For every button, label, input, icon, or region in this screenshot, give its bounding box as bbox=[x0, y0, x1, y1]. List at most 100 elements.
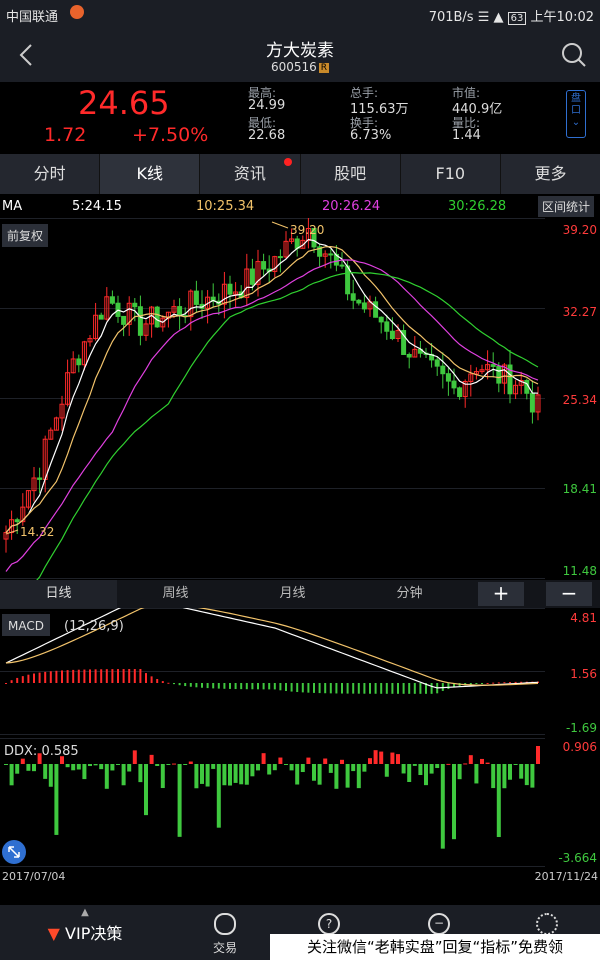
candle-body bbox=[434, 359, 440, 367]
ma30-value: 30:26.28 bbox=[448, 199, 507, 214]
candle-body bbox=[137, 306, 143, 336]
ddx-chart[interactable]: DDX: 0.585 0.906 -3.664 bbox=[0, 738, 600, 868]
ddx-bar bbox=[250, 764, 255, 777]
ddx-bar bbox=[463, 763, 468, 765]
price-change: 1.72 bbox=[44, 124, 87, 146]
period-day[interactable]: 日线 bbox=[0, 580, 117, 608]
y-tick-3: 25.34 bbox=[563, 393, 597, 407]
candle-body bbox=[249, 268, 255, 285]
status-bar: 中国联通 701B/s ☰ ▲ 63 上午10:02 bbox=[0, 0, 600, 28]
minus-circle-icon[interactable]: − bbox=[428, 913, 450, 935]
vip-label: VIP决策 bbox=[65, 924, 123, 943]
kline-candles bbox=[3, 218, 541, 553]
tab-more[interactable]: 更多 bbox=[501, 154, 600, 194]
vip-decision-button[interactable]: ▲ ▼ VIP决策 bbox=[0, 905, 170, 960]
macd-chart[interactable]: MACD (12,26,9) 4.81 1.56 -1.69 bbox=[0, 608, 600, 736]
ma-legend: MA 5:24.15 10:25.34 20:26.24 30:26.28 区间… bbox=[0, 196, 600, 217]
macd-bar bbox=[397, 683, 399, 694]
macd-bar bbox=[201, 683, 203, 688]
ddx-bar bbox=[4, 764, 8, 765]
ddx-bar bbox=[172, 763, 176, 765]
watermark: 关注微信“老韩实盘”回复“指标”免费领 bbox=[270, 934, 600, 960]
battery-icon: 63 bbox=[507, 12, 527, 25]
ddx-bar bbox=[82, 764, 87, 780]
macd-bar bbox=[10, 680, 13, 683]
macd-bar bbox=[273, 683, 276, 690]
ddx-bar bbox=[272, 764, 277, 771]
ddx-bar bbox=[368, 758, 372, 764]
candle-body bbox=[457, 387, 463, 398]
trade-button[interactable]: 交易 bbox=[175, 905, 275, 960]
carrier-name: 中国联通 bbox=[6, 10, 59, 25]
period-week[interactable]: 周线 bbox=[117, 580, 234, 608]
candle-body bbox=[193, 290, 199, 305]
tab-forum[interactable]: 股吧 bbox=[301, 154, 401, 194]
ddx-bar bbox=[239, 764, 244, 785]
macd-bar bbox=[408, 683, 411, 694]
tab-kline[interactable]: K线 bbox=[100, 154, 201, 194]
macd-bar bbox=[509, 682, 511, 684]
macd-bar bbox=[178, 683, 181, 686]
ddx-bar bbox=[306, 757, 311, 764]
candle-body bbox=[14, 519, 20, 523]
tab-time-share[interactable]: 分时 bbox=[0, 154, 101, 194]
ddx-bar bbox=[384, 764, 389, 777]
ddx-bar bbox=[345, 764, 350, 788]
macd-y-top: 4.81 bbox=[570, 611, 597, 625]
macd-bar bbox=[122, 669, 125, 683]
macd-bar bbox=[492, 682, 495, 684]
macd-bar bbox=[195, 683, 198, 688]
macd-bar bbox=[145, 673, 147, 683]
macd-bar bbox=[234, 683, 237, 690]
order-book-button[interactable]: 盘口 ⌄ bbox=[566, 90, 586, 138]
ddx-bar bbox=[177, 764, 182, 837]
candle-body bbox=[406, 353, 412, 358]
ddx-bar bbox=[496, 764, 501, 838]
ddx-bar bbox=[205, 764, 210, 787]
candle-body bbox=[378, 316, 384, 323]
ddx-bar bbox=[127, 764, 132, 772]
macd-bar bbox=[66, 670, 69, 683]
tab-f10[interactable]: F10 bbox=[401, 154, 501, 194]
candle-body bbox=[339, 264, 345, 267]
macd-bar bbox=[94, 669, 97, 683]
ddx-bar bbox=[485, 762, 490, 764]
ddx-bar bbox=[519, 764, 524, 779]
help-icon[interactable]: ? bbox=[318, 913, 340, 935]
macd-bar bbox=[150, 676, 153, 683]
period-month[interactable]: 月线 bbox=[234, 580, 351, 608]
range-stats-button[interactable]: 区间统计 bbox=[538, 196, 595, 217]
settings-icon[interactable] bbox=[536, 913, 558, 935]
macd-bar bbox=[262, 683, 265, 690]
period-minute[interactable]: 分钟 bbox=[351, 580, 468, 608]
kline-chart[interactable]: 39.20 32.27 25.34 18.41 11.48 39.20 14.3… bbox=[0, 218, 600, 580]
candle-body bbox=[356, 299, 362, 304]
macd-bar bbox=[184, 683, 187, 687]
macd-bar bbox=[318, 683, 321, 694]
network-speed: 701B/s bbox=[428, 10, 474, 25]
candle-body bbox=[132, 302, 138, 308]
macd-bar bbox=[223, 683, 226, 689]
ma-label: MA bbox=[2, 199, 23, 214]
ddx-bar bbox=[228, 764, 232, 786]
zoom-out-button[interactable]: − bbox=[546, 582, 592, 606]
ddx-bar bbox=[474, 764, 479, 784]
tab-news[interactable]: 资讯 bbox=[200, 154, 301, 194]
candle-body bbox=[37, 477, 43, 480]
volratio-value: 1.44 bbox=[452, 128, 481, 143]
macd-bar bbox=[161, 681, 164, 683]
ddx-bar bbox=[418, 764, 423, 775]
ddx-bars bbox=[4, 746, 540, 849]
search-icon[interactable] bbox=[560, 41, 588, 69]
zoom-in-button[interactable]: + bbox=[478, 582, 524, 606]
main-tabs: 分时 K线 资讯 股吧 F10 更多 bbox=[0, 154, 600, 194]
ddx-bar bbox=[216, 764, 221, 828]
low-value: 22.68 bbox=[248, 128, 286, 143]
stock-code: 600516 R bbox=[0, 60, 600, 74]
macd-bar bbox=[352, 683, 355, 694]
macd-bar bbox=[105, 669, 108, 683]
ddx-bar bbox=[407, 764, 412, 782]
ddx-bar bbox=[121, 764, 126, 786]
macd-bar bbox=[279, 683, 282, 691]
macd-bar bbox=[83, 669, 86, 683]
